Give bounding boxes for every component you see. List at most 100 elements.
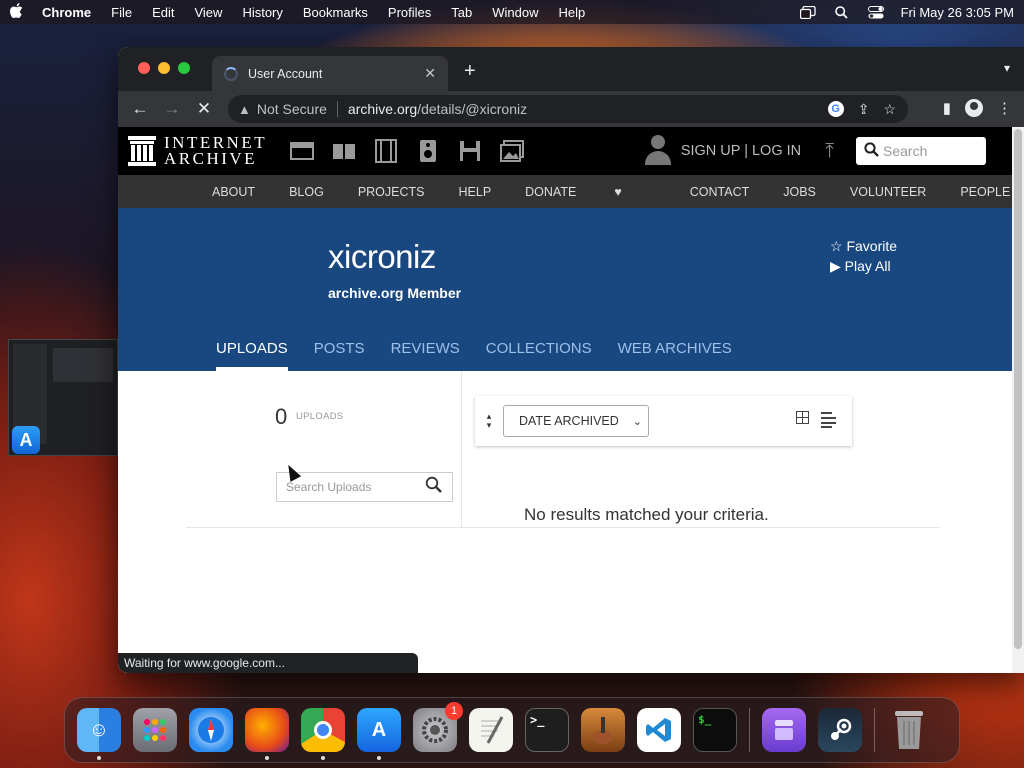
sort-select[interactable]: DATE ARCHIVED ⌄: [503, 405, 649, 437]
app-store-icon[interactable]: A: [357, 708, 401, 760]
grid-view-icon[interactable]: [796, 410, 809, 432]
textedit-icon[interactable]: [469, 708, 513, 752]
favorite-button[interactable]: ☆ Favorite: [830, 236, 897, 256]
chrome-menu-icon[interactable]: ⋮: [997, 99, 1012, 117]
close-window-button[interactable]: [138, 62, 150, 74]
search-icon: [864, 141, 879, 161]
tab-web-archives[interactable]: WEB ARCHIVES: [618, 340, 732, 371]
side-panel-icon[interactable]: ▮: [943, 99, 951, 117]
nav-projects[interactable]: PROJECTS: [358, 185, 425, 199]
profile-tabs: UPLOADS POSTS REVIEWS COLLECTIONS WEB AR…: [216, 340, 758, 371]
menu-tab[interactable]: Tab: [451, 5, 472, 20]
app-store-window-preview[interactable]: A: [8, 339, 118, 456]
back-arrow-icon[interactable]: ←: [124, 99, 156, 119]
menu-clock[interactable]: Fri May 26 3:05 PM: [901, 5, 1014, 20]
menu-help[interactable]: Help: [559, 5, 586, 20]
magnifier-icon[interactable]: [425, 476, 442, 498]
audio-speaker-icon[interactable]: [415, 139, 441, 163]
tab-uploads[interactable]: UPLOADS: [216, 340, 288, 371]
no-results-message: No results matched your criteria.: [524, 505, 769, 524]
running-indicator: [97, 756, 101, 760]
trash-icon[interactable]: [887, 708, 931, 752]
firefox-icon[interactable]: [245, 708, 289, 760]
texts-book-icon[interactable]: [331, 139, 357, 163]
apple-menu-icon[interactable]: [10, 2, 24, 22]
menu-window[interactable]: Window: [492, 5, 538, 20]
ia-media-icons: [289, 139, 525, 163]
software-floppy-icon[interactable]: [457, 139, 483, 163]
launchpad-icon[interactable]: [133, 708, 177, 752]
menu-bar: Chrome File Edit View History Bookmarks …: [0, 0, 1024, 24]
new-tab-icon[interactable]: +: [464, 60, 476, 83]
ia-search-box[interactable]: Search: [856, 137, 986, 165]
system-settings-icon[interactable]: 1: [413, 702, 463, 752]
nav-blog[interactable]: BLOG: [289, 185, 324, 199]
profile-username: xicroniz: [328, 238, 436, 275]
tab-collections[interactable]: COLLECTIONS: [486, 340, 592, 371]
browser-tab-active[interactable]: User Account ✕: [212, 56, 448, 91]
content-divider: [186, 527, 940, 528]
images-icon[interactable]: [499, 139, 525, 163]
menu-app-name[interactable]: Chrome: [42, 5, 91, 20]
bookmark-star-icon[interactable]: ☆: [883, 101, 896, 118]
ia-logo[interactable]: INTERNET ARCHIVE: [128, 134, 267, 168]
security-label[interactable]: Not Secure: [257, 101, 327, 117]
ia-logo-line2: ARCHIVE: [164, 149, 258, 168]
google-lens-icon[interactable]: G: [827, 101, 844, 117]
safari-icon[interactable]: [189, 708, 233, 752]
control-center-icon[interactable]: [867, 5, 885, 19]
url-host: archive.org: [347, 101, 418, 117]
tab-reviews[interactable]: REVIEWS: [391, 340, 460, 371]
sort-direction-icon[interactable]: ▴ ▾: [475, 412, 503, 430]
nav-volunteer[interactable]: VOLUNTEER: [850, 185, 926, 199]
web-icon[interactable]: [289, 139, 315, 163]
menu-file[interactable]: File: [111, 5, 132, 20]
nav-donate[interactable]: DONATE: [525, 185, 576, 199]
stop-loading-icon[interactable]: ✕: [188, 99, 220, 119]
tab-search-chevron-icon[interactable]: ▾: [1004, 61, 1010, 75]
nav-jobs[interactable]: JOBS: [783, 185, 816, 199]
video-film-icon[interactable]: [373, 139, 399, 163]
tab-posts[interactable]: POSTS: [314, 340, 365, 371]
tab-close-icon[interactable]: ✕: [424, 65, 436, 82]
screen-mirroring-icon[interactable]: [799, 5, 817, 19]
finder-icon[interactable]: ☺: [77, 708, 121, 760]
profile-avatar-icon[interactable]: [965, 99, 983, 117]
nav-help[interactable]: HELP: [459, 185, 492, 199]
upload-arrow-icon[interactable]: ⤒: [825, 140, 834, 163]
heart-icon: ♥: [614, 184, 622, 199]
share-icon[interactable]: ⇪: [858, 101, 870, 118]
spotlight-search-icon[interactable]: [833, 5, 851, 19]
steam-icon[interactable]: [818, 708, 862, 752]
signup-login-link[interactable]: SIGN UP | LOG IN: [681, 143, 801, 159]
terminal-icon[interactable]: >_: [525, 708, 569, 752]
downloads-stack-icon[interactable]: [762, 708, 806, 752]
loading-spinner-icon: [224, 66, 238, 81]
nav-contact[interactable]: CONTACT: [690, 185, 750, 199]
forward-arrow-icon[interactable]: →: [156, 99, 188, 119]
address-bar[interactable]: ▲ Not Secure archive.org /details/@xicro…: [228, 95, 908, 123]
nav-donate-wrap[interactable]: DONATE ♥: [525, 185, 656, 199]
garageband-icon[interactable]: [581, 708, 625, 752]
activity-terminal-icon[interactable]: $_: [693, 708, 737, 752]
search-uploads-input[interactable]: Search Uploads: [276, 472, 453, 502]
warning-triangle-icon[interactable]: ▲: [238, 102, 251, 117]
chrome-icon[interactable]: [301, 708, 345, 760]
zoom-window-button[interactable]: [178, 62, 190, 74]
user-avatar-icon[interactable]: [644, 135, 671, 167]
menu-history[interactable]: History: [242, 5, 282, 20]
menu-view[interactable]: View: [194, 5, 222, 20]
page-scrollbar[interactable]: [1012, 127, 1024, 673]
scroll-thumb[interactable]: [1014, 129, 1022, 649]
minimize-window-button[interactable]: [158, 62, 170, 74]
menu-edit[interactable]: Edit: [152, 5, 174, 20]
list-view-icon[interactable]: [821, 411, 836, 432]
ia-logo-text: INTERNET ARCHIVE: [164, 134, 267, 168]
menu-profiles[interactable]: Profiles: [388, 5, 431, 20]
vscode-icon[interactable]: [637, 708, 681, 752]
play-all-button[interactable]: ▶ Play All: [830, 256, 897, 276]
ia-top-bar: INTERNET ARCHIVE SIGN UP | LOG IN ⤒ Sear…: [118, 127, 1012, 175]
nav-people[interactable]: PEOPLE: [960, 185, 1010, 199]
menu-bookmarks[interactable]: Bookmarks: [303, 5, 368, 20]
nav-about[interactable]: ABOUT: [212, 185, 255, 199]
